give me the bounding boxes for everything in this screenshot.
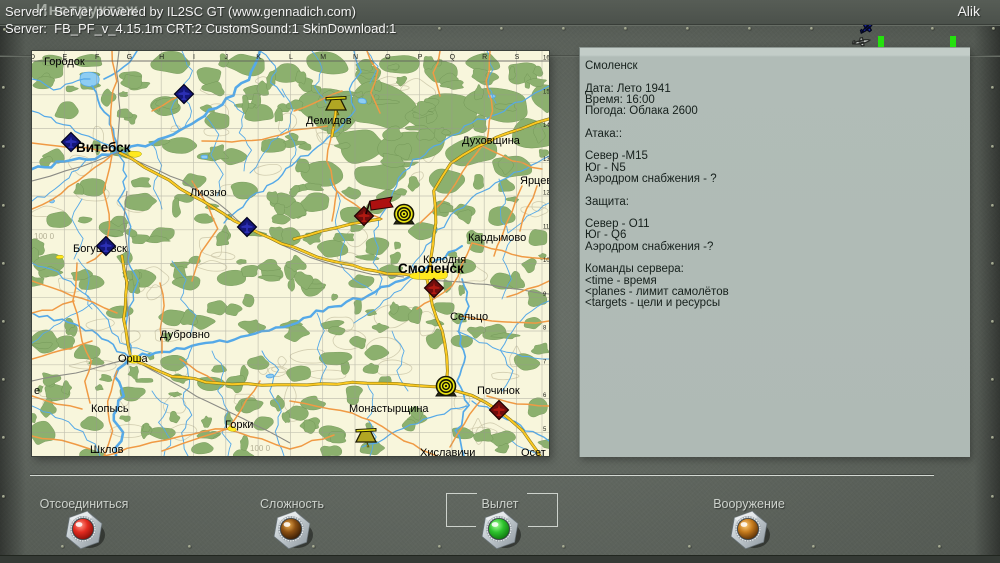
button-arming[interactable]: Вооружение [674,497,824,550]
map-grid-number: 12 [543,191,549,197]
rivet [991,204,994,207]
rivet [991,262,994,265]
green-connection-bar [878,36,884,47]
map-grid-letter: R [482,54,487,61]
rivet [2,495,5,498]
rivet [938,545,941,548]
map-grid-letter: K [256,54,261,61]
map-town-label: Орша [118,353,148,365]
button-fly[interactable]: Вылет [425,497,575,550]
rivet [438,27,441,30]
map-town-label: е [34,385,40,397]
rivet [991,145,994,148]
map-grid-letter: G [127,54,132,61]
rivet [624,27,627,30]
briefing-text: Смоленск Дата: Лето 1941 Время: 16:00 По… [585,60,729,310]
map-town-label: Городок [44,56,85,68]
map-town-label: Горки [225,419,253,431]
rivet [2,145,5,148]
player-name: Alik [957,3,980,19]
briefing-screen: Инструктаж Server: Server powered by IL2… [0,0,1000,563]
map-grid-number: 14 [543,123,549,129]
rivet [991,436,994,439]
rivet [500,27,503,30]
rivet [2,262,5,265]
rivet [2,378,5,381]
map-grid-letter: S [515,54,520,61]
map-grid-letter: P [418,54,423,61]
lamp-button-green[interactable] [474,508,526,552]
map-grid-number: 13 [543,157,549,163]
map-town-label: Ярцево [520,175,549,187]
rivet [2,320,5,323]
map-grid-letter: L [289,54,293,61]
map-town-label: Монастырщина [349,403,429,415]
button-disconnect[interactable]: Отсоединиться [9,497,159,550]
bottom-divider-line [30,475,934,476]
button-difficulty[interactable]: Сложность [217,497,367,550]
map-town-label: Кардымово [468,232,526,244]
map-town-label: Лиозно [190,187,227,199]
map-town-label: Сельцо [450,311,488,323]
map-town-label: Осет [521,447,546,456]
map-grid-letter: M [320,54,326,61]
rivet [686,27,689,30]
map-grid-letter: N [353,54,358,61]
map-grid-number: 16 [543,56,549,62]
map-town-label: Дубровно [160,329,210,341]
map-elevation-label: 100 0 [250,444,271,453]
rivet [2,204,5,207]
lamp-button-red[interactable] [58,508,110,552]
lamp-button-amber[interactable] [723,508,775,552]
rivet [810,27,813,30]
rivet [2,86,5,89]
target-marker[interactable] [393,203,415,225]
server-message-line2: Server: FB_PF_v_4.15.1m CRT:2 CustomSoun… [5,21,397,36]
rivet [991,86,994,89]
map-grid-letter: D [32,54,35,61]
map-grid-letter: I [193,54,195,61]
map-town-label: Смоленск [398,261,464,276]
rivet [748,27,751,30]
map-grid-letter: Q [450,54,456,61]
rivet [991,378,994,381]
map-grid-number: 11 [543,224,549,230]
rivet [991,320,994,323]
map-elevation-label: 100 0 [34,232,55,241]
grey-plane-icon [851,36,872,47]
rivet [562,27,565,30]
map-town-label: Духовщина [462,135,521,147]
map-grid-number: 15 [543,89,549,95]
green-connection-bar [950,36,956,47]
map-town-label: Шклов [90,444,124,456]
map-grid-number: 10 [543,258,549,264]
lamp-button-amber-dark[interactable] [266,508,318,552]
map-town-label: Починок [477,385,520,397]
map-grid-letter: F [95,54,99,61]
rivet [991,495,994,498]
map-grid-letter: O [385,54,391,61]
map-town-label: Демидов [306,115,352,127]
map-grid-letter: H [159,54,164,61]
rivet [2,436,5,439]
target-marker[interactable] [435,375,457,397]
map-town-label: Копысь [91,403,129,415]
rivet [188,545,191,548]
server-message-line1: Server: Server powered by IL2SC GT (www.… [5,4,356,19]
map-grid-letter: J [225,54,229,61]
briefing-text-panel[interactable]: Смоленск Дата: Лето 1941 Время: 16:00 По… [579,47,970,457]
briefing-map[interactable]: D E F G H I J K L M N O P Q R S 16 15 14 13 12 11 10 9 8 7 6 5 100 0… [32,51,549,456]
bottom-strip [0,555,1000,563]
map-town-label: Витебск [76,140,131,155]
map-town-label: Хиславичи [420,447,475,456]
